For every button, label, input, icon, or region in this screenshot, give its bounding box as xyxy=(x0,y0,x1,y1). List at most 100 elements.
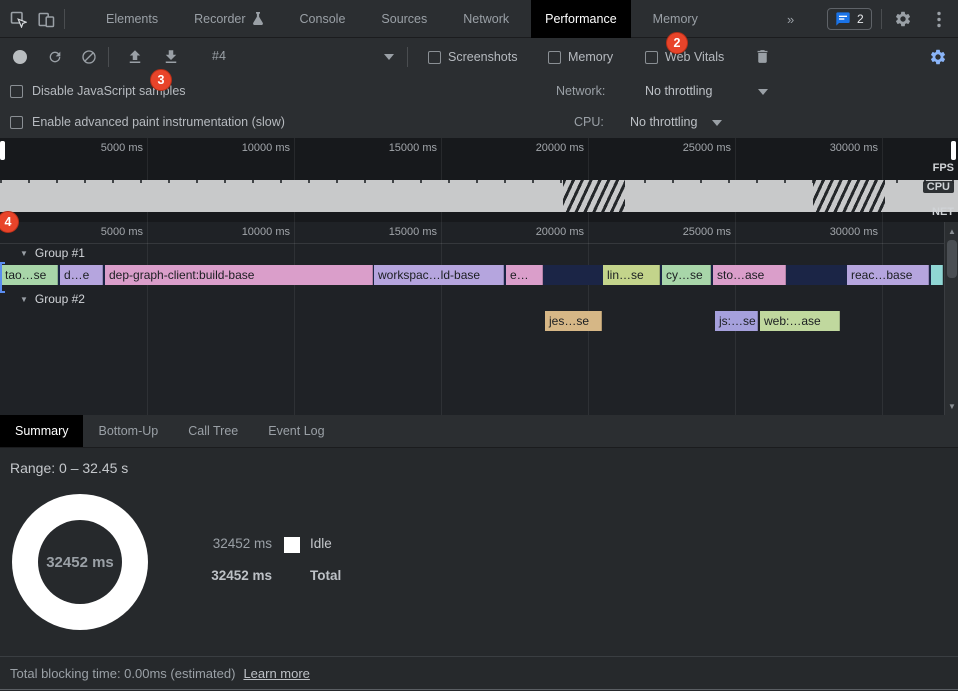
task-bar[interactable]: workspac…ld-base xyxy=(374,265,504,285)
toolbar-divider xyxy=(64,9,65,29)
task-bar[interactable]: cy…se xyxy=(662,265,711,285)
web-vitals-checkbox[interactable] xyxy=(645,51,658,64)
tab-console[interactable]: Console xyxy=(286,0,360,38)
tab-network[interactable]: Network xyxy=(449,0,523,38)
load-profile-icon[interactable] xyxy=(126,48,144,66)
issues-counter[interactable]: 2 xyxy=(827,8,872,30)
ruler-tick: 25000 ms xyxy=(641,226,731,238)
flame-ruler: 5000 ms10000 ms15000 ms20000 ms25000 ms3… xyxy=(0,222,944,244)
save-profile-icon[interactable] xyxy=(162,48,180,66)
tab-recorder[interactable]: Recorder xyxy=(180,0,277,38)
vertical-scrollbar[interactable]: ▲ ▼ xyxy=(944,222,958,415)
donut-hole: 32452 ms xyxy=(38,520,122,604)
history-caret-icon[interactable] xyxy=(384,54,394,60)
task-bar[interactable]: jes…se xyxy=(545,311,602,331)
panel-tabs: ElementsRecorder Console SourcesNetworkPer… xyxy=(88,0,716,38)
task-bar[interactable]: e… xyxy=(506,265,543,285)
record-button[interactable] xyxy=(13,50,27,64)
network-throttling-caret-icon[interactable] xyxy=(758,89,768,95)
details-tab-event-log[interactable]: Event Log xyxy=(253,415,339,447)
cpu-lane-label: CPU xyxy=(923,181,954,193)
selection-bracket xyxy=(0,262,5,293)
overview-right-handle[interactable] xyxy=(951,141,956,160)
capture-settings-gear-icon[interactable] xyxy=(929,48,947,66)
task-bar[interactable]: d…e xyxy=(60,265,103,285)
disable-js-samples-checkbox[interactable] xyxy=(10,85,23,98)
gridline xyxy=(147,222,148,415)
tab-label: Memory xyxy=(653,12,698,26)
footer-bar: Total blocking time: 0.00ms (estimated)L… xyxy=(0,656,958,691)
scrollbar-thumb[interactable] xyxy=(947,240,957,278)
tab-label: Console xyxy=(300,12,346,26)
total-label: Total xyxy=(310,568,341,583)
toolbar-divider xyxy=(881,9,882,29)
learn-more-link[interactable]: Learn more xyxy=(243,666,309,681)
tab-sources[interactable]: Sources xyxy=(367,0,441,38)
device-toolbar-icon[interactable] xyxy=(38,11,55,28)
idle-value: 32452 ms xyxy=(205,536,272,551)
summary-panel: Range: 0 – 32.45 s 32452 ms 32452 ms Idl… xyxy=(0,448,958,656)
task-bar[interactable]: tao…se xyxy=(1,265,58,285)
experiment-flask-icon xyxy=(252,12,264,26)
task-bar[interactable]: lin…se xyxy=(603,265,660,285)
ruler-tick: 30000 ms xyxy=(788,226,878,238)
task-bar[interactable]: js:…se xyxy=(715,311,758,331)
option-row-paint: Enable advanced paint instrumentation (s… xyxy=(0,107,958,138)
task-bar[interactable]: sto…ase xyxy=(713,265,786,285)
option-row-js-samples: Disable JavaScript samples Network: No t… xyxy=(0,76,958,107)
ruler-tick: 10000 ms xyxy=(200,226,290,238)
memory-checkbox[interactable] xyxy=(548,51,561,64)
screenshots-checkbox-group[interactable]: Screenshots xyxy=(428,38,517,76)
group-header-group-2[interactable]: ▼ Group #2 xyxy=(20,292,85,306)
history-dropdown[interactable]: #4 xyxy=(212,49,226,63)
fps-lane-label: FPS xyxy=(933,162,954,174)
gridline xyxy=(294,222,295,415)
annotation-badge-3[interactable]: 3 xyxy=(150,69,172,91)
scroll-up-icon[interactable]: ▲ xyxy=(945,227,958,236)
summary-donut-chart: 32452 ms xyxy=(12,494,148,630)
scroll-down-icon[interactable]: ▼ xyxy=(945,402,958,411)
inspect-element-icon[interactable] xyxy=(10,11,27,28)
cpu-throttling-caret-icon[interactable] xyxy=(712,120,722,126)
task-bar[interactable]: web:…ase xyxy=(760,311,840,331)
ruler-tick: 30000 ms xyxy=(788,142,878,154)
flame-chart[interactable]: 5000 ms10000 ms15000 ms20000 ms25000 ms3… xyxy=(0,222,958,415)
tab-performance[interactable]: Performance xyxy=(531,0,631,38)
clear-recording-icon[interactable] xyxy=(81,49,97,65)
ruler-tick: 10000 ms xyxy=(200,142,290,154)
trash-icon[interactable] xyxy=(754,48,771,65)
task-bar[interactable]: dep-graph-client:build-base xyxy=(105,265,373,285)
settings-gear-icon[interactable] xyxy=(894,10,912,28)
details-tab-call-tree[interactable]: Call Tree xyxy=(173,415,253,447)
timeline-overview[interactable]: 5000 ms10000 ms15000 ms20000 ms25000 ms3… xyxy=(0,138,958,222)
network-throttling-select[interactable]: No throttling xyxy=(645,84,712,98)
kebab-menu-icon[interactable] xyxy=(936,11,942,28)
details-tab-bottom-up[interactable]: Bottom-Up xyxy=(83,415,173,447)
tab-elements[interactable]: Elements xyxy=(92,0,172,38)
net-lane-label: NET xyxy=(932,206,954,218)
details-tab-summary[interactable]: Summary xyxy=(0,415,83,447)
cpu-throttle-hatch xyxy=(563,180,625,212)
more-tabs-button[interactable]: » xyxy=(781,0,800,38)
details-tab-bar: SummaryBottom-UpCall TreeEvent Log xyxy=(0,415,958,448)
group-header-group-1[interactable]: ▼Group #1 xyxy=(20,246,85,260)
task-bar[interactable]: reac…base xyxy=(847,265,929,285)
performance-toolbar: #4 Screenshots Memory Web Vitals xyxy=(0,38,958,76)
disclosure-triangle-icon[interactable]: ▼ xyxy=(20,249,28,258)
idle-label: Idle xyxy=(310,536,332,551)
cpu-throttling-select[interactable]: No throttling xyxy=(630,115,697,129)
advanced-paint-checkbox[interactable] xyxy=(10,116,23,129)
toolbar-divider xyxy=(108,47,109,67)
reload-and-record-icon[interactable] xyxy=(47,49,63,65)
disclosure-triangle-icon[interactable]: ▼ xyxy=(20,295,28,304)
range-label: Range: 0 – 32.45 s xyxy=(10,460,128,476)
group-label: Group #2 xyxy=(35,292,85,306)
cpu-throttling-label: CPU: xyxy=(574,115,604,129)
devtools-tab-bar: ElementsRecorder Console SourcesNetworkPer… xyxy=(0,0,958,38)
overview-left-handle[interactable] xyxy=(0,141,5,160)
annotation-badge-2[interactable]: 2 xyxy=(666,32,688,54)
task-bar[interactable] xyxy=(931,265,943,285)
memory-checkbox-group[interactable]: Memory xyxy=(548,38,613,76)
legend-row-idle: 32452 ms Idle xyxy=(0,536,500,556)
screenshots-checkbox[interactable] xyxy=(428,51,441,64)
